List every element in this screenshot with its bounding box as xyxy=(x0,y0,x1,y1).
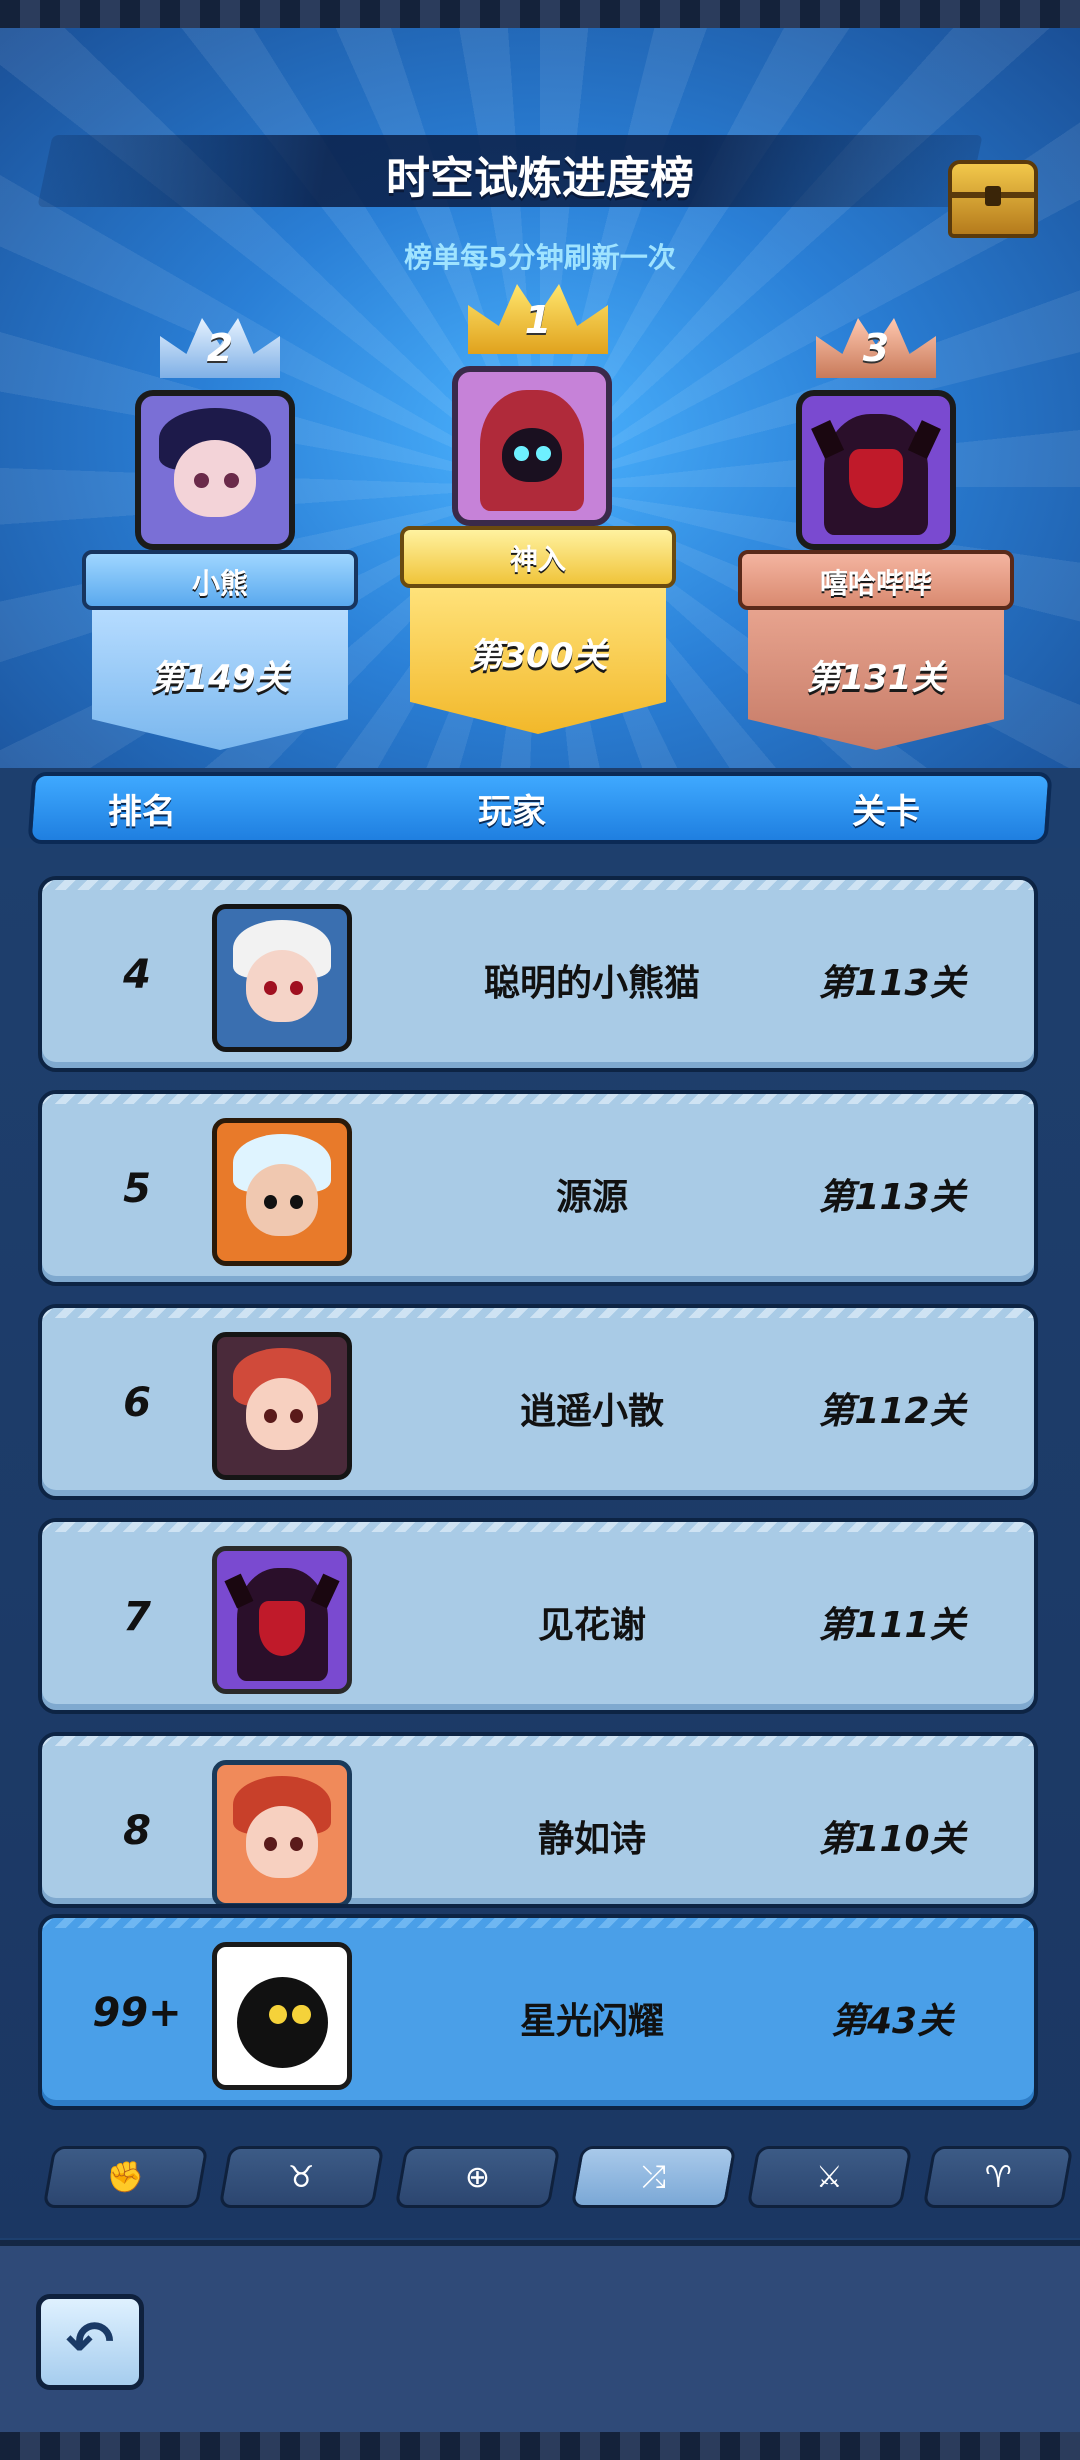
tab-viking-helmet[interactable]: ♈ xyxy=(922,2146,1074,2208)
col-rank-header: 排名 xyxy=(108,792,176,832)
col-player-header: 玩家 xyxy=(478,792,546,832)
row-player-name: 逍遥小散 xyxy=(519,1391,664,1432)
row-rank: 99+ xyxy=(92,1990,182,2036)
row-rank: 7 xyxy=(123,1594,151,1640)
col-level-header: 关卡 xyxy=(852,792,920,832)
avatar[interactable] xyxy=(212,1760,352,1904)
back-button[interactable]: ↶ xyxy=(36,2294,144,2390)
player-name: 嘻哈哔哔 xyxy=(819,567,932,600)
bottom-border xyxy=(0,2432,1080,2460)
avatar[interactable] xyxy=(452,366,612,526)
table-row[interactable]: 4 聪明的小熊猫 第113关 xyxy=(38,876,1038,1072)
top-border xyxy=(0,0,1080,28)
category-tabs: ✊ ♉ ⊕ ⤮ ⚔ ♈ xyxy=(0,2140,1080,2220)
bronze-crown-icon: 3 xyxy=(806,318,946,378)
my-rank-row[interactable]: 99+ 星光闪耀 第43关 xyxy=(38,1914,1038,2110)
podium-second: 2 小熊 第149关 xyxy=(82,300,358,760)
row-level: 第113关 xyxy=(818,963,966,1004)
row-player-name: 源源 xyxy=(555,1177,628,1218)
tab-horned-helmet[interactable]: ♉ xyxy=(218,2146,385,2208)
table-row[interactable]: 8 静如诗 第110关 xyxy=(38,1732,1038,1908)
row-level: 第113关 xyxy=(818,1177,966,1218)
level-banner: 第300关 xyxy=(410,588,666,734)
avatar[interactable] xyxy=(212,1118,352,1266)
level-banner: 第131关 xyxy=(748,610,1004,750)
row-player-name: 星光闪耀 xyxy=(519,2001,664,2042)
avatar[interactable] xyxy=(212,1942,352,2090)
level-banner: 第149关 xyxy=(92,610,348,750)
tab-sword[interactable]: ⚔ xyxy=(746,2146,913,2208)
row-rank: 4 xyxy=(123,952,151,998)
row-level: 第112关 xyxy=(818,1391,966,1432)
back-arrow-icon: ↶ xyxy=(65,2308,115,2376)
silver-crown-icon: 2 xyxy=(150,318,290,378)
treasure-chest-icon[interactable] xyxy=(948,160,1038,238)
sword-icon: ⚔ xyxy=(816,2159,843,2195)
tab-glove[interactable]: ✊ xyxy=(42,2146,209,2208)
row-rank: 5 xyxy=(123,1166,151,1212)
row-level: 第110关 xyxy=(818,1819,966,1860)
gold-crown-icon: 1 xyxy=(463,284,613,354)
podium-first: 1 神入 第300关 xyxy=(400,270,676,740)
footer-bar: ↶ xyxy=(0,2240,1080,2432)
row-player-name: 聪明的小熊猫 xyxy=(483,963,700,1004)
table-row[interactable]: 5 源源 第113关 xyxy=(38,1090,1038,1286)
row-level: 第111关 xyxy=(818,1605,966,1646)
viking-helmet-icon: ♈ xyxy=(984,2159,1012,2195)
horned-helmet-icon: ♉ xyxy=(288,2159,315,2195)
avatar[interactable] xyxy=(212,1546,352,1694)
tab-scatter-arrows[interactable]: ⤮ xyxy=(570,2146,737,2208)
table-row[interactable]: 6 逍遥小散 第112关 xyxy=(38,1304,1038,1500)
player-name: 神入 xyxy=(509,543,566,576)
player-name: 小熊 xyxy=(191,567,248,600)
avatar[interactable] xyxy=(135,390,295,550)
scatter-arrows-icon: ⤮ xyxy=(641,2159,666,2195)
avatar[interactable] xyxy=(212,1332,352,1480)
glove-icon: ✊ xyxy=(106,2159,145,2195)
row-player-name: 见花谢 xyxy=(537,1605,646,1646)
avatar[interactable] xyxy=(796,390,956,550)
table-row[interactable]: 7 见花谢 第111关 xyxy=(38,1518,1038,1714)
row-rank: 6 xyxy=(123,1380,151,1426)
podium-third: 3 嘻哈哔哔 第131关 xyxy=(738,300,1014,760)
compass-icon: ⊕ xyxy=(464,2159,491,2195)
row-level: 第43关 xyxy=(830,2001,954,2042)
avatar[interactable] xyxy=(212,904,352,1052)
row-player-name: 静如诗 xyxy=(537,1819,646,1860)
page-title: 时空试炼进度榜 xyxy=(386,153,694,204)
row-rank: 8 xyxy=(123,1808,151,1854)
tab-compass[interactable]: ⊕ xyxy=(394,2146,561,2208)
